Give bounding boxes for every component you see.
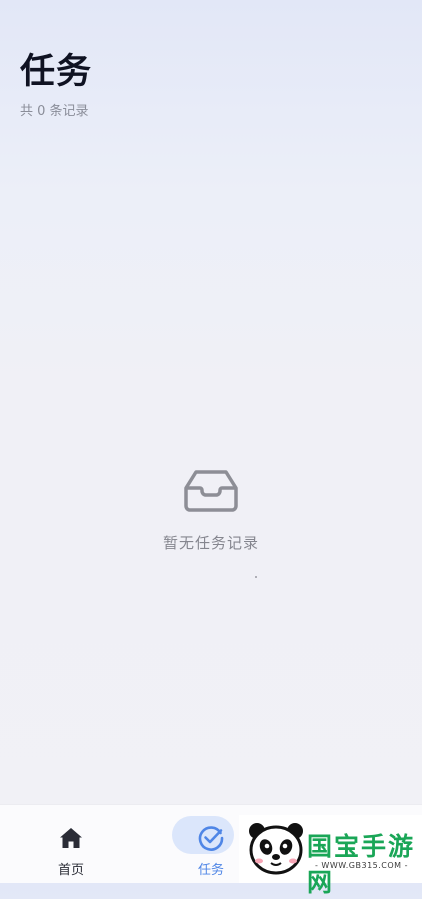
bottom-tabbar: 首页 任务 国宝手游网 - WWW.GB315.COM - bbox=[0, 804, 422, 897]
check-circle-icon-wrap bbox=[198, 819, 224, 857]
empty-message: 暂无任务记录 bbox=[162, 534, 259, 552]
tab-label-tasks: 任务 bbox=[197, 863, 224, 878]
home-icon bbox=[60, 828, 82, 848]
page-title: 任务 bbox=[20, 52, 93, 92]
stray-dot bbox=[255, 576, 257, 578]
watermark-logo: 国宝手游网 - WWW.GB315.COM - bbox=[239, 815, 422, 897]
home-icon-wrap bbox=[59, 819, 83, 857]
record-count: 共 0 条记录 bbox=[20, 104, 89, 119]
panda-logo-icon bbox=[249, 823, 303, 875]
inbox-icon bbox=[184, 470, 238, 512]
page-header: 任务 共 0 条记录 bbox=[20, 46, 402, 120]
check-circle-icon bbox=[198, 826, 224, 851]
tab-label-home: 首页 bbox=[57, 863, 84, 878]
watermark-url: - WWW.GB315.COM - bbox=[315, 861, 408, 870]
tab-home[interactable]: 首页 bbox=[31, 819, 111, 878]
empty-state: 暂无任务记录 bbox=[0, 466, 422, 553]
